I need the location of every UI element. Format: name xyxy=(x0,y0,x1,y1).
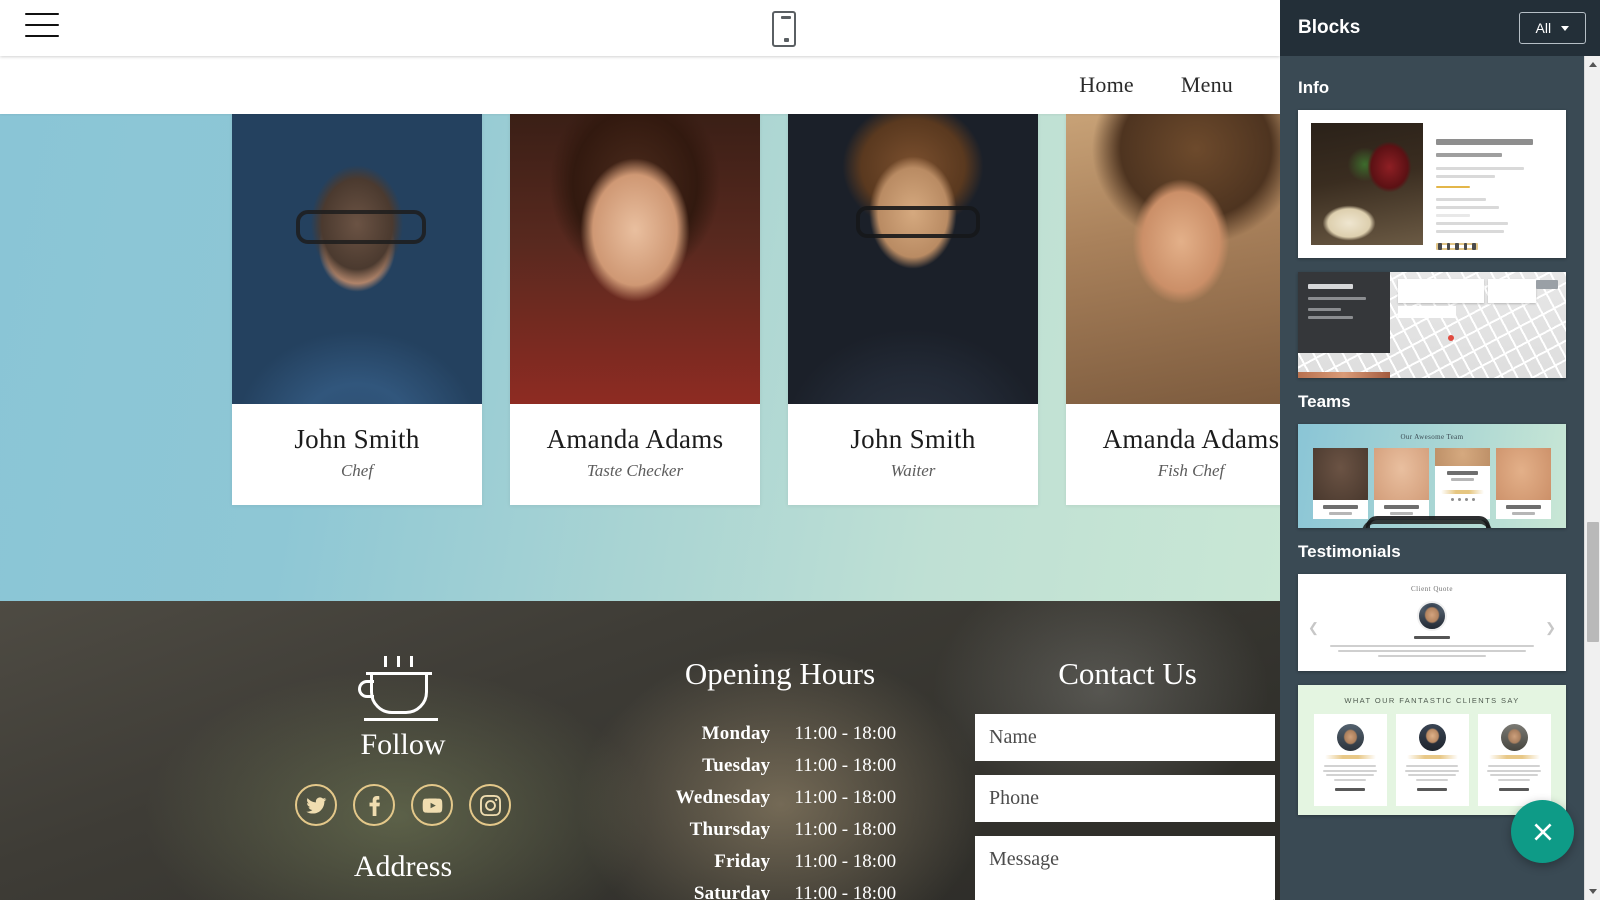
instagram-icon[interactable] xyxy=(469,784,511,826)
avatar xyxy=(1417,601,1447,631)
member-role: Fish Chef xyxy=(1157,461,1225,480)
carousel-next-icon[interactable]: ❯ xyxy=(1545,620,1556,636)
twitter-icon[interactable] xyxy=(295,784,337,826)
hours-time: 11:00 - 18:00 xyxy=(794,755,897,776)
opening-hours-table: Monday 11:00 - 18:00 Tuesday 11:00 - 18:… xyxy=(600,718,960,900)
hours-row: Friday 11:00 - 18:00 xyxy=(600,846,960,878)
section-title-testimonials: Testimonials xyxy=(1298,542,1401,561)
awesome-team-block[interactable]: Our Awesome Team xyxy=(1298,424,1566,528)
editor-toolbar xyxy=(0,0,1280,56)
thumb-caption: Client Quote xyxy=(1411,585,1453,593)
block-thumbnail xyxy=(1298,272,1566,378)
fantastic-clients-block[interactable]: WHAT OUR FANTASTIC CLIENTS SAY xyxy=(1298,685,1566,815)
member-photo xyxy=(788,114,1038,404)
thumb-caption: Our Awesome Team xyxy=(1400,433,1464,441)
social-links xyxy=(272,784,534,826)
address-heading: Address xyxy=(353,850,453,883)
contact-phone-input[interactable] xyxy=(975,775,1275,822)
member-name: John Smith xyxy=(850,424,976,454)
hours-day: Monday xyxy=(701,723,771,744)
close-panel-button[interactable] xyxy=(1511,800,1574,863)
restaurant-info-block[interactable] xyxy=(1298,110,1566,258)
site-footer-section[interactable]: Follow Address Opening Hours Monday 11:0… xyxy=(0,601,1280,900)
site-canvas: Home Menu John Smith Chef Amanda Adams T… xyxy=(0,0,1280,900)
member-role: Chef xyxy=(340,461,374,480)
member-photo xyxy=(510,114,760,404)
hours-row: Wednesday 11:00 - 18:00 xyxy=(600,782,960,814)
block-thumbnail xyxy=(1298,110,1566,258)
section-title-teams: Teams xyxy=(1298,392,1351,411)
youtube-icon[interactable] xyxy=(411,784,453,826)
opening-hours-heading: Opening Hours xyxy=(684,656,876,691)
block-thumbnail: Our Awesome Team xyxy=(1298,424,1566,528)
team-member-card[interactable]: Amanda Adams Fish Chef xyxy=(1066,114,1280,505)
scroll-down-icon[interactable] xyxy=(1585,883,1600,900)
app-root: Home Menu John Smith Chef Amanda Adams T… xyxy=(0,0,1600,900)
hours-day: Thursday xyxy=(689,819,771,840)
close-icon xyxy=(1533,822,1552,841)
contact-message-input[interactable] xyxy=(975,836,1275,900)
footer-contact-column: Contact Us xyxy=(975,656,1280,900)
map-location-block[interactable] xyxy=(1298,272,1566,378)
blocks-panel-header: Blocks All xyxy=(1280,0,1600,56)
client-quote-block[interactable]: Client Quote ❮ ❯ xyxy=(1298,574,1566,671)
scroll-up-icon[interactable] xyxy=(1585,56,1600,73)
hours-time: 11:00 - 18:00 xyxy=(794,787,897,808)
blocks-panel-title: Blocks xyxy=(1298,17,1361,38)
nav-item-menu[interactable]: Menu xyxy=(1181,72,1233,98)
mobile-preview-icon[interactable] xyxy=(772,11,796,47)
team-section[interactable]: John Smith Chef Amanda Adams Taste Check… xyxy=(0,114,1280,601)
block-thumbnail: WHAT OUR FANTASTIC CLIENTS SAY xyxy=(1298,685,1566,815)
nav-item-home[interactable]: Home xyxy=(1079,72,1134,98)
hours-day: Friday xyxy=(714,851,771,872)
blocks-panel: Blocks All Info Teams Our Awesome Team T… xyxy=(1280,0,1600,900)
blocks-panel-scrollbar[interactable] xyxy=(1584,56,1600,900)
member-role: Waiter xyxy=(890,461,936,480)
section-title-info: Info xyxy=(1298,78,1330,97)
block-thumbnail: Client Quote ❮ ❯ xyxy=(1298,574,1566,671)
hours-time: 11:00 - 18:00 xyxy=(794,723,897,744)
member-role: Taste Checker xyxy=(586,461,684,480)
hours-time: 11:00 - 18:00 xyxy=(794,819,897,840)
facebook-icon[interactable] xyxy=(353,784,395,826)
site-navbar: Home Menu xyxy=(0,56,1280,114)
food-photo-thumb xyxy=(1311,123,1423,245)
hamburger-menu-icon[interactable] xyxy=(25,13,59,43)
hours-day: Tuesday xyxy=(702,755,771,776)
hours-time: 11:00 - 18:00 xyxy=(794,883,897,900)
member-name: Amanda Adams xyxy=(1102,424,1280,454)
scrollbar-thumb[interactable] xyxy=(1587,522,1599,642)
team-member-card[interactable]: Amanda Adams Taste Checker xyxy=(510,114,760,505)
site-nav-links: Home Menu xyxy=(1079,56,1280,114)
footer-follow-column: Follow Address xyxy=(272,656,534,884)
team-member-card[interactable]: John Smith Waiter xyxy=(788,114,1038,505)
carousel-prev-icon[interactable]: ❮ xyxy=(1308,620,1319,636)
coffee-cup-logo-icon xyxy=(358,656,442,721)
hours-day: Saturday xyxy=(693,883,771,900)
blocks-filter-dropdown[interactable]: All xyxy=(1518,12,1586,44)
member-name: John Smith xyxy=(294,424,420,454)
team-member-card[interactable]: John Smith Chef xyxy=(232,114,482,505)
hours-row: Tuesday 11:00 - 18:00 xyxy=(600,750,960,782)
member-name: Amanda Adams xyxy=(546,424,724,454)
team-card-row: John Smith Chef Amanda Adams Taste Check… xyxy=(232,114,1280,505)
hours-row: Thursday 11:00 - 18:00 xyxy=(600,814,960,846)
follow-heading: Follow xyxy=(360,728,446,761)
hours-row: Saturday 11:00 - 18:00 xyxy=(600,878,960,900)
hours-row: Monday 11:00 - 18:00 xyxy=(600,718,960,750)
thumb-caption: WHAT OUR FANTASTIC CLIENTS SAY xyxy=(1344,696,1520,705)
member-photo xyxy=(1066,114,1280,404)
contact-name-input[interactable] xyxy=(975,714,1275,761)
chevron-down-icon xyxy=(1561,26,1569,31)
hours-time: 11:00 - 18:00 xyxy=(794,851,897,872)
blocks-filter-label: All xyxy=(1535,20,1552,36)
contact-us-heading: Contact Us xyxy=(1058,656,1197,691)
member-photo xyxy=(232,114,482,404)
blocks-list[interactable]: Info Teams Our Awesome Team Testimonials… xyxy=(1280,56,1584,900)
hours-day: Wednesday xyxy=(675,787,771,808)
footer-hours-column: Opening Hours Monday 11:00 - 18:00 Tuesd… xyxy=(600,656,960,900)
